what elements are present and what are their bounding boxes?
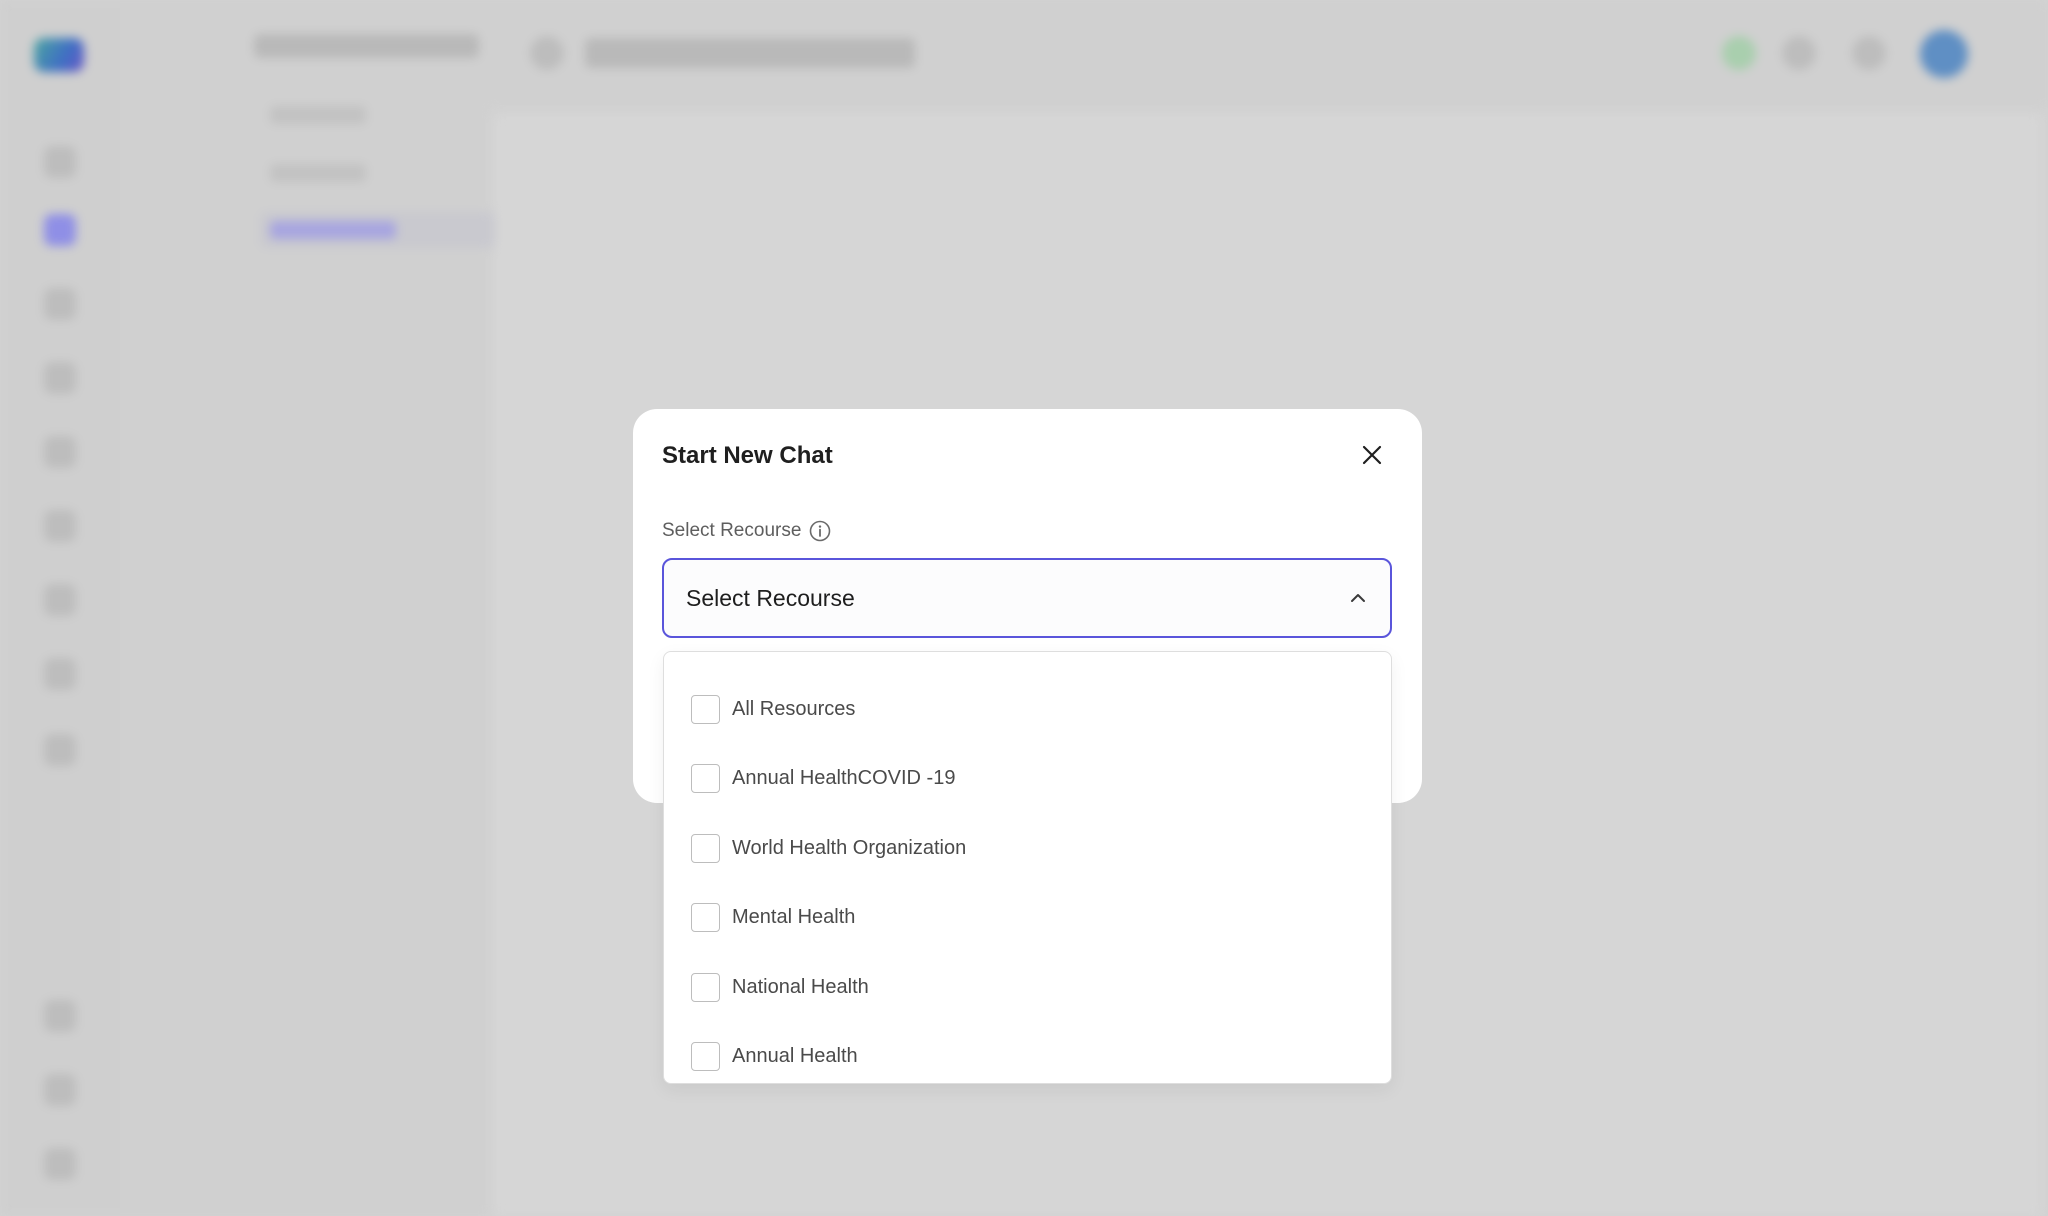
option-label: All Resources: [732, 697, 856, 720]
app-stage: Start New Chat Select Recourse Select Re…: [0, 0, 2048, 1216]
resource-dropdown: All Resources Annual HealthCOVID -19 Wor…: [663, 651, 1392, 1084]
checkbox[interactable]: [691, 972, 720, 1002]
nav-icon[interactable]: [44, 734, 76, 766]
panel-item-active-label: [270, 221, 396, 239]
checkbox[interactable]: [691, 694, 720, 724]
close-button[interactable]: [1360, 443, 1384, 467]
app-logo: [34, 38, 84, 72]
field-label: Select Recourse: [662, 520, 802, 541]
resource-select[interactable]: Select Recourse: [662, 558, 1392, 638]
option-national-health[interactable]: National Health: [691, 972, 869, 1002]
nav-icon[interactable]: [44, 146, 76, 178]
nav-icon[interactable]: [44, 288, 76, 320]
panel-item[interactable]: [270, 164, 366, 182]
nav-icon[interactable]: [44, 436, 76, 468]
nav-rail: [0, 0, 120, 1216]
option-mental-health[interactable]: Mental Health: [691, 902, 855, 932]
header-icon[interactable]: [1852, 36, 1886, 70]
option-label: World Health Organization: [732, 836, 967, 859]
nav-icon[interactable]: [44, 510, 76, 542]
header-title-placeholder: [585, 38, 915, 68]
status-icon[interactable]: [1722, 36, 1756, 70]
nav-icon[interactable]: [44, 362, 76, 394]
header-icon[interactable]: [1782, 36, 1816, 70]
option-world-health-organization[interactable]: World Health Organization: [691, 833, 966, 863]
back-icon[interactable]: [530, 36, 564, 70]
chevron-up-icon: [1351, 594, 1365, 602]
panel-title-placeholder: [254, 34, 479, 58]
info-icon[interactable]: [809, 520, 831, 542]
nav-icon-active[interactable]: [44, 214, 76, 246]
close-icon: [1362, 445, 1382, 465]
secondary-panel: [120, 0, 590, 1216]
nav-icon[interactable]: [44, 1148, 76, 1180]
panel-item[interactable]: [270, 106, 366, 124]
option-label: National Health: [732, 975, 869, 998]
option-all-resources[interactable]: All Resources: [691, 694, 855, 724]
option-annual-health-covid[interactable]: Annual HealthCOVID -19: [691, 763, 955, 793]
option-label: Mental Health: [732, 905, 856, 928]
nav-icon[interactable]: [44, 1000, 76, 1032]
option-annual-health[interactable]: Annual Health: [691, 1041, 858, 1071]
option-label: Annual HealthCOVID -19: [732, 766, 956, 789]
checkbox[interactable]: [691, 902, 720, 932]
nav-icon[interactable]: [44, 1074, 76, 1106]
nav-icon[interactable]: [44, 658, 76, 690]
checkbox[interactable]: [691, 833, 720, 863]
checkbox[interactable]: [691, 1041, 720, 1071]
select-value: Select Recourse: [686, 584, 855, 611]
avatar[interactable]: [1920, 30, 1968, 78]
option-label: Annual Health: [732, 1044, 858, 1067]
checkbox[interactable]: [691, 763, 720, 793]
field-label-row: Select Recourse: [662, 520, 831, 542]
nav-icon[interactable]: [44, 584, 76, 616]
modal-title: Start New Chat: [662, 442, 833, 469]
